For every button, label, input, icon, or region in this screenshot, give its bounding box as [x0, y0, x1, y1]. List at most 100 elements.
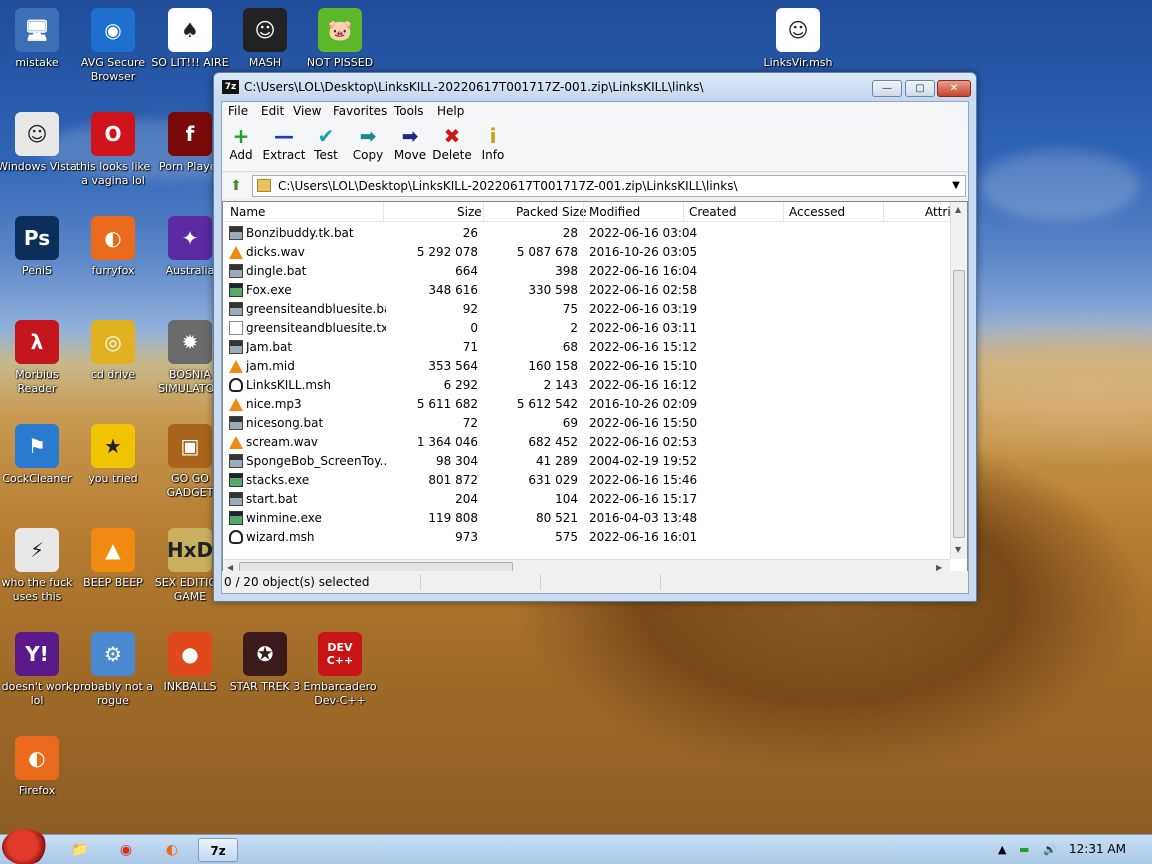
- tray-expand-icon[interactable]: ▲: [998, 843, 1006, 856]
- move-button[interactable]: ➡ Move: [388, 124, 432, 162]
- add-button[interactable]: + Add: [219, 124, 263, 162]
- maximize-button[interactable]: ▢: [905, 80, 935, 97]
- col-divider[interactable]: [783, 202, 784, 222]
- title-bar[interactable]: 7z C:\Users\LOL\Desktop\LinksKILL-202206…: [214, 73, 976, 101]
- start-button[interactable]: [2, 829, 48, 864]
- desktop-icon[interactable]: 🐷 NOT PISSED: [300, 8, 380, 70]
- scroll-up-icon[interactable]: ▲: [955, 205, 961, 214]
- extract-button[interactable]: — Extract: [262, 124, 306, 162]
- taskbar-explorer-icon[interactable]: 📁: [60, 838, 100, 862]
- taskbar-7zip-icon[interactable]: 7z: [198, 838, 238, 862]
- desktop-icon-label: INKBALLS: [163, 680, 217, 693]
- file-row[interactable]: scream.wav 1 364 046 682 452 2022-06-16 02:…: [223, 433, 950, 452]
- desktop-icon[interactable]: λ Morbius Reader: [0, 320, 77, 396]
- col-size[interactable]: Size: [457, 205, 482, 219]
- desktop-icon[interactable]: ☺ LinksVir.msh: [758, 8, 838, 70]
- menu-file[interactable]: File: [228, 104, 248, 118]
- up-folder-icon[interactable]: ⬆: [225, 176, 247, 196]
- desktop-icon[interactable]: ♠ SO LIT!!! AIRE: [150, 8, 230, 70]
- file-row[interactable]: Fox.exe 348 616 330 598 2022-06-16 02:58: [223, 281, 950, 300]
- file-row[interactable]: nice.mp3 5 611 682 5 612 542 2016-10-26 02:…: [223, 395, 950, 414]
- file-row[interactable]: winmine.exe 119 808 80 521 2016-04-03 13:48: [223, 509, 950, 528]
- file-row[interactable]: dingle.bat 664 398 2022-06-16 16:04: [223, 262, 950, 281]
- menu-tools[interactable]: Tools: [394, 104, 424, 118]
- volume-icon[interactable]: 🔊: [1043, 843, 1057, 856]
- file-packed-size: 104: [555, 492, 578, 506]
- vertical-scrollbar[interactable]: ▲ ▼: [950, 202, 967, 559]
- menu-view[interactable]: View: [293, 104, 321, 118]
- file-type-icon: [229, 226, 243, 240]
- info-icon: i: [489, 124, 497, 148]
- file-row[interactable]: wizard.msh 973 575 2022-06-16 16:01: [223, 528, 950, 547]
- col-divider[interactable]: [883, 202, 884, 222]
- desktop-icon[interactable]: Ps PeniS: [0, 216, 77, 278]
- address-dropdown-icon[interactable]: ▼: [949, 176, 963, 196]
- desktop-icon[interactable]: 🖥 mistake: [0, 8, 77, 70]
- file-row[interactable]: nicesong.bat 72 69 2022-06-16 15:50: [223, 414, 950, 433]
- desktop-icon[interactable]: ⚑ CockCleaner: [0, 424, 77, 486]
- desktop-icon[interactable]: Othis looks like a vagina lol: [73, 112, 153, 188]
- desktop-icon[interactable]: ◐ Firefox: [0, 736, 77, 798]
- file-row[interactable]: start.bat 204 104 2022-06-16 15:17: [223, 490, 950, 509]
- desktop-icon[interactable]: ★ you tried: [73, 424, 153, 486]
- file-row[interactable]: Bonzibuddy.tk.bat 26 28 2022-06-16 03:04: [223, 224, 950, 243]
- taskbar-firefox-icon[interactable]: ◐: [152, 838, 192, 862]
- col-modified[interactable]: Modified: [589, 205, 640, 219]
- file-modified: 2022-06-16 02:53: [589, 435, 698, 449]
- desktop-icon[interactable]: Y! doesn't work lol: [0, 632, 77, 708]
- desktop-icon[interactable]: ● INKBALLS: [150, 632, 230, 694]
- status-text: 0 / 20 object(s) selected: [224, 575, 370, 589]
- menu-favorites[interactable]: Favorites: [333, 104, 387, 118]
- desktop-app-icon: ☺: [776, 8, 820, 52]
- col-divider[interactable]: [683, 202, 684, 222]
- file-packed-size: 41 289: [536, 454, 578, 468]
- close-button[interactable]: ✕: [937, 80, 971, 97]
- col-divider[interactable]: [383, 202, 384, 222]
- file-row[interactable]: greensiteandbluesite.bat 92 75 2022-06-16 0…: [223, 300, 950, 319]
- menu-edit[interactable]: Edit: [261, 104, 284, 118]
- desktop-icon[interactable]: ◐ furryfox: [73, 216, 153, 278]
- file-type-icon: [229, 416, 243, 430]
- file-packed-size: 398: [555, 264, 578, 278]
- file-row[interactable]: SpongeBob_ScreenToy.... 98 304 41 289 2004-…: [223, 452, 950, 471]
- address-input[interactable]: C:\Users\LOL\Desktop\LinksKILL-20220617T…: [252, 175, 966, 197]
- delete-button[interactable]: ✖ Delete: [430, 124, 474, 162]
- col-created[interactable]: Created: [689, 205, 737, 219]
- desktop-icon[interactable]: ⚙ probably not a rogue: [73, 632, 153, 708]
- clock[interactable]: 12:31 AM: [1069, 842, 1126, 856]
- copy-button[interactable]: ➡ Copy: [346, 124, 390, 162]
- desktop-icon[interactable]: ☺ Windows Vista: [0, 112, 77, 174]
- test-button[interactable]: ✔ Test: [304, 124, 348, 162]
- col-packed-size[interactable]: Packed Size: [516, 205, 587, 219]
- col-name[interactable]: Name: [230, 205, 265, 219]
- col-divider[interactable]: [483, 202, 484, 222]
- desktop-icon[interactable]: ◉ AVG Secure Browser: [73, 8, 153, 84]
- menu-help[interactable]: Help: [437, 104, 464, 118]
- file-row[interactable]: Jam.bat 71 68 2022-06-16 15:12: [223, 338, 950, 357]
- file-row[interactable]: LinksKILL.msh 6 292 2 143 2022-06-16 16:12: [223, 376, 950, 395]
- desktop-icon[interactable]: DEV C++ Embarcadero Dev-C++: [300, 632, 380, 708]
- col-divider[interactable]: [583, 202, 584, 222]
- network-icon[interactable]: ▬: [1019, 843, 1029, 856]
- col-accessed[interactable]: Accessed: [789, 205, 845, 219]
- column-header: Name Size Packed Size Modified Created A…: [223, 202, 958, 222]
- file-row[interactable]: stacks.exe 801 872 631 029 2022-06-16 15:46: [223, 471, 950, 490]
- desktop-icon[interactable]: ◎ cd drive: [73, 320, 153, 382]
- file-row[interactable]: jam.mid 353 564 160 158 2022-06-16 15:10: [223, 357, 950, 376]
- taskbar-chrome-icon[interactable]: ◉: [106, 838, 146, 862]
- scroll-down-icon[interactable]: ▼: [955, 545, 961, 554]
- desktop-icon[interactable]: ▲ BEEP BEEP: [73, 528, 153, 590]
- info-button[interactable]: i Info: [471, 124, 515, 162]
- file-row[interactable]: greensiteandbluesite.txt 0 2 2022-06-16 03:…: [223, 319, 950, 338]
- file-modified: 2022-06-16 16:12: [589, 378, 698, 392]
- sky-cloud: [980, 150, 1140, 220]
- desktop-icon[interactable]: ✪ STAR TREK 3: [225, 632, 305, 694]
- desktop-app-icon: ✪: [243, 632, 287, 676]
- vertical-scroll-thumb[interactable]: [953, 270, 965, 538]
- file-modified: 2022-06-16 03:19: [589, 302, 698, 316]
- desktop-icon[interactable]: ⚡ who the fuck uses this: [0, 528, 77, 604]
- minimize-button[interactable]: —: [872, 80, 902, 97]
- file-list[interactable]: Name Size Packed Size Modified Created A…: [222, 201, 968, 577]
- file-row[interactable]: dicks.wav 5 292 078 5 087 678 2016-10-26 03…: [223, 243, 950, 262]
- desktop-icon[interactable]: ☺ MASH: [225, 8, 305, 70]
